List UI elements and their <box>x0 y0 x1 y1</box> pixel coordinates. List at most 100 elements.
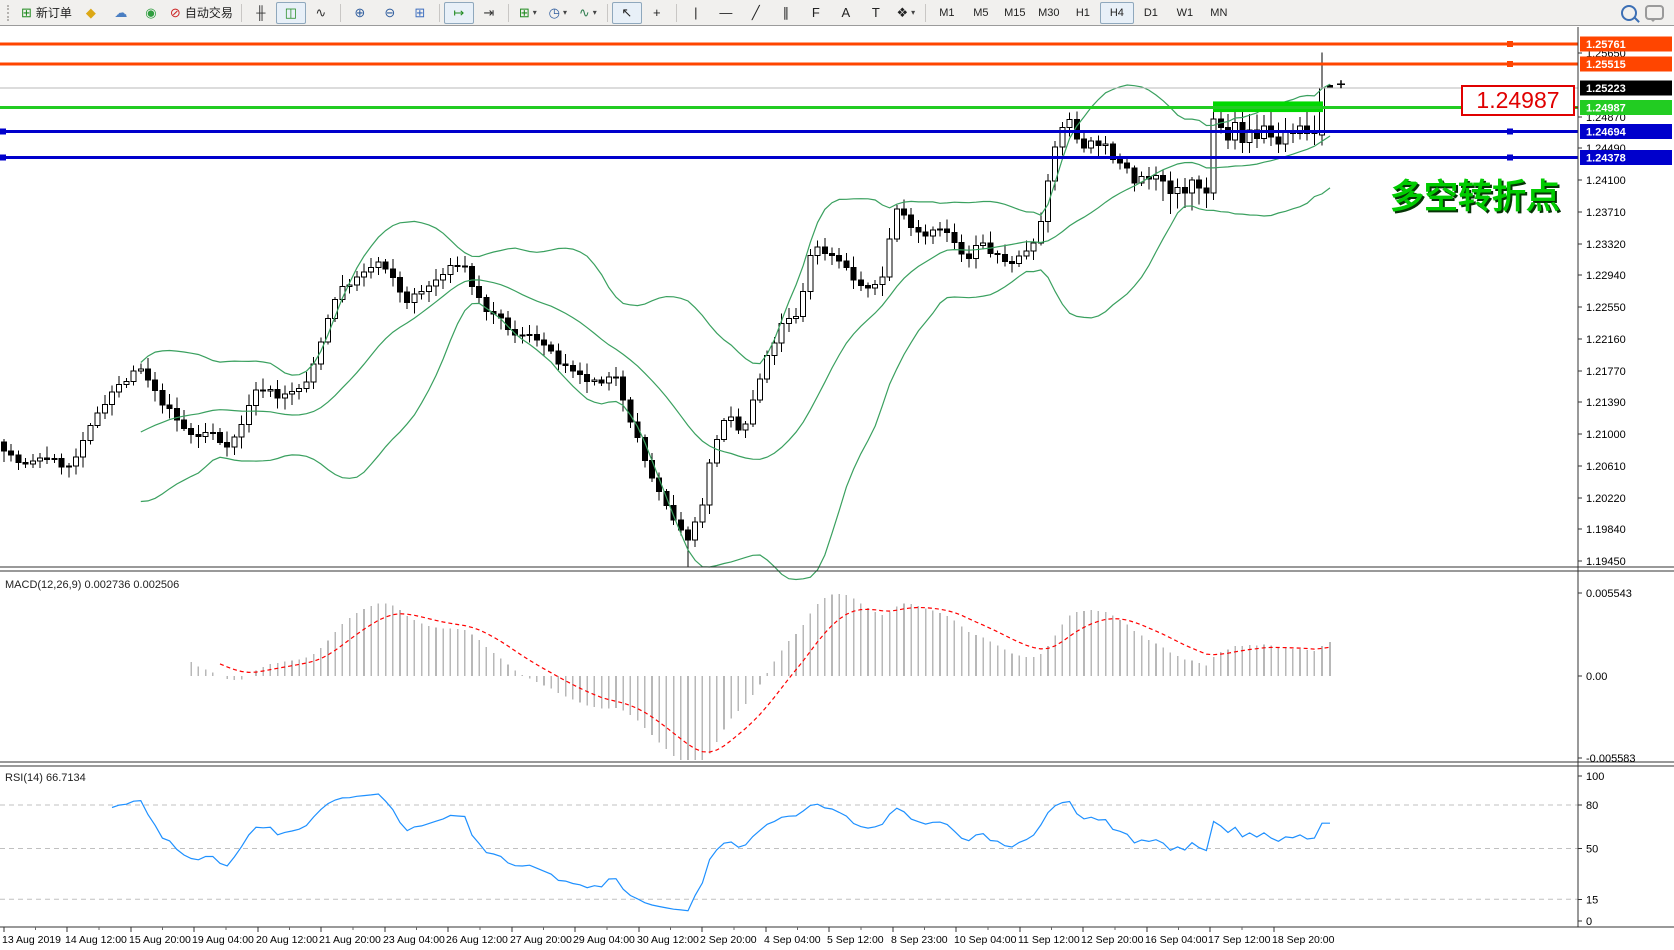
toolbar-divider <box>241 4 242 22</box>
time-axis-label[interactable]: 2 Sep 20:00 <box>700 934 757 946</box>
cursor-button[interactable]: ↖ <box>612 2 642 24</box>
vertical-line-button[interactable]: | <box>681 2 711 24</box>
time-axis-label[interactable]: 17 Sep 12:00 <box>1208 934 1271 946</box>
trendline-button[interactable]: ╱ <box>741 2 771 24</box>
new-chart-button[interactable]: ⊞▾ <box>513 2 543 24</box>
candle-body <box>146 369 151 380</box>
bar-chart-button[interactable]: ╫ <box>246 2 276 24</box>
time-axis-label[interactable]: 16 Sep 04:00 <box>1145 934 1208 946</box>
candle-body <box>110 392 115 405</box>
time-axis-label[interactable]: 20 Aug 12:00 <box>256 934 318 946</box>
horizontal-line-button[interactable]: — <box>711 2 741 24</box>
time-axis-label[interactable]: 10 Sep 04:00 <box>954 934 1017 946</box>
zoom-out-button[interactable]: ⊖ <box>375 2 405 24</box>
fibonacci-button[interactable]: F <box>801 2 831 24</box>
crosshair-button[interactable]: + <box>642 2 672 24</box>
candle-body <box>815 247 820 256</box>
timeframe-m30[interactable]: M30 <box>1032 2 1066 24</box>
new-order-button[interactable]: ⊞新订单 <box>17 2 76 24</box>
auto-scroll-button[interactable]: ↦ <box>444 2 474 24</box>
time-axis-label[interactable]: 5 Sep 12:00 <box>827 934 884 946</box>
line-handle[interactable] <box>1507 128 1513 134</box>
line-handle[interactable] <box>1507 41 1513 47</box>
candle-body <box>1132 168 1137 183</box>
timeframe-m15[interactable]: M15 <box>998 2 1032 24</box>
candle-body <box>772 343 777 356</box>
line-handle[interactable] <box>1507 154 1513 160</box>
candle-body <box>916 227 921 231</box>
timeframe-d1[interactable]: D1 <box>1134 2 1168 24</box>
time-axis-label[interactable]: 30 Aug 12:00 <box>637 934 699 946</box>
candle-body <box>801 292 806 317</box>
time-axis-label[interactable]: 14 Aug 12:00 <box>65 934 127 946</box>
indicators-button[interactable]: ∿▾ <box>573 2 603 24</box>
community-icon[interactable]: ☁ <box>106 2 136 24</box>
level-price-tag-text: 1.24694 <box>1586 126 1627 138</box>
candle-body <box>376 262 381 268</box>
time-axis-label[interactable]: 19 Aug 04:00 <box>192 934 254 946</box>
candle-body <box>599 380 604 383</box>
line-handle[interactable] <box>1507 61 1513 67</box>
candle-body <box>570 366 575 371</box>
candlestick-chart-button[interactable]: ◫ <box>276 2 306 24</box>
candle-body <box>1175 187 1180 193</box>
time-axis-label[interactable]: 27 Aug 20:00 <box>510 934 572 946</box>
candle-body <box>74 457 79 466</box>
timeframe-h1[interactable]: H1 <box>1066 2 1100 24</box>
metaeditor-icon[interactable]: ◆ <box>76 2 106 24</box>
time-axis-label[interactable]: 15 Aug 20:00 <box>129 934 191 946</box>
tile-windows-button[interactable]: ⊞ <box>405 2 435 24</box>
time-axis-label[interactable]: 11 Sep 12:00 <box>1018 934 1080 946</box>
line-handle[interactable] <box>0 128 6 134</box>
timeframe-m5[interactable]: M5 <box>964 2 998 24</box>
time-axis-label[interactable]: 23 Aug 04:00 <box>383 934 445 946</box>
mt4-window: ⊞新订单◆☁◉⊘自动交易 ╫◫ ∿ ⊕⊖⊞ ↦ ⇥ ⊞▾◷▾∿▾ ↖+ |—╱∥FAT❖▾ M1… <box>0 0 1674 950</box>
time-axis-label[interactable]: 4 Sep 04:00 <box>764 934 821 946</box>
timeframe-mn[interactable]: MN <box>1202 2 1236 24</box>
candle-body <box>794 317 799 319</box>
time-axis-label[interactable]: 12 Sep 20:00 <box>1081 934 1144 946</box>
candle-body <box>686 530 691 540</box>
candle-body <box>470 266 475 286</box>
time-axis-label[interactable]: 18 Sep 20:00 <box>1272 934 1335 946</box>
candle-body <box>390 269 395 277</box>
line-handle[interactable] <box>0 154 6 160</box>
chart-shift-button[interactable]: ⇥ <box>474 2 504 24</box>
line-chart-button[interactable]: ∿ <box>306 2 336 24</box>
text-button[interactable]: A <box>831 2 861 24</box>
candle-body <box>700 505 705 522</box>
time-axis-label[interactable]: 21 Aug 20:00 <box>319 934 381 946</box>
autotrading-button[interactable]: ⊘自动交易 <box>166 2 237 24</box>
time-axis-label[interactable]: 29 Aug 04:00 <box>573 934 635 946</box>
candle-body <box>88 426 93 441</box>
candle-body <box>887 239 892 277</box>
candle-body <box>369 268 374 272</box>
candle-body <box>945 229 950 233</box>
rsi-scale-label: 100 <box>1586 771 1604 783</box>
news-icon[interactable]: ◉ <box>136 2 166 24</box>
profiles-button[interactable]: ◷▾ <box>543 2 573 24</box>
zoom-in-button[interactable]: ⊕ <box>345 2 375 24</box>
timeframe-w1[interactable]: W1 <box>1168 2 1202 24</box>
cn-annotation-text[interactable]: 多空转折点 <box>1390 178 1560 216</box>
candle-body <box>38 458 43 461</box>
candle-body <box>2 442 7 451</box>
timeframe-m1[interactable]: M1 <box>930 2 964 24</box>
candle-body <box>254 390 259 406</box>
text-label-button[interactable]: T <box>861 2 891 24</box>
candle-body <box>189 429 194 435</box>
timeframe-h4[interactable]: H4 <box>1100 2 1134 24</box>
chart-shift-glyph: ⇥ <box>483 6 494 19</box>
price-annotation-box[interactable]: 1.24987 <box>1461 85 1575 116</box>
candle-body <box>1002 255 1007 262</box>
search-icon[interactable] <box>1621 5 1637 21</box>
candle-body <box>563 364 568 366</box>
arrows-button[interactable]: ❖▾ <box>891 2 921 24</box>
time-axis-label[interactable]: 13 Aug 2019 <box>2 934 61 946</box>
chart-canvas[interactable]: 多空转折点多空转折点MACD(12,26,9) 0.002736 0.00250… <box>0 27 1674 950</box>
time-axis-label[interactable]: 8 Sep 23:00 <box>891 934 948 946</box>
channel-button[interactable]: ∥ <box>771 2 801 24</box>
line-chart-glyph: ∿ <box>315 6 326 19</box>
chat-icon[interactable] <box>1645 5 1664 20</box>
time-axis-label[interactable]: 26 Aug 12:00 <box>446 934 508 946</box>
